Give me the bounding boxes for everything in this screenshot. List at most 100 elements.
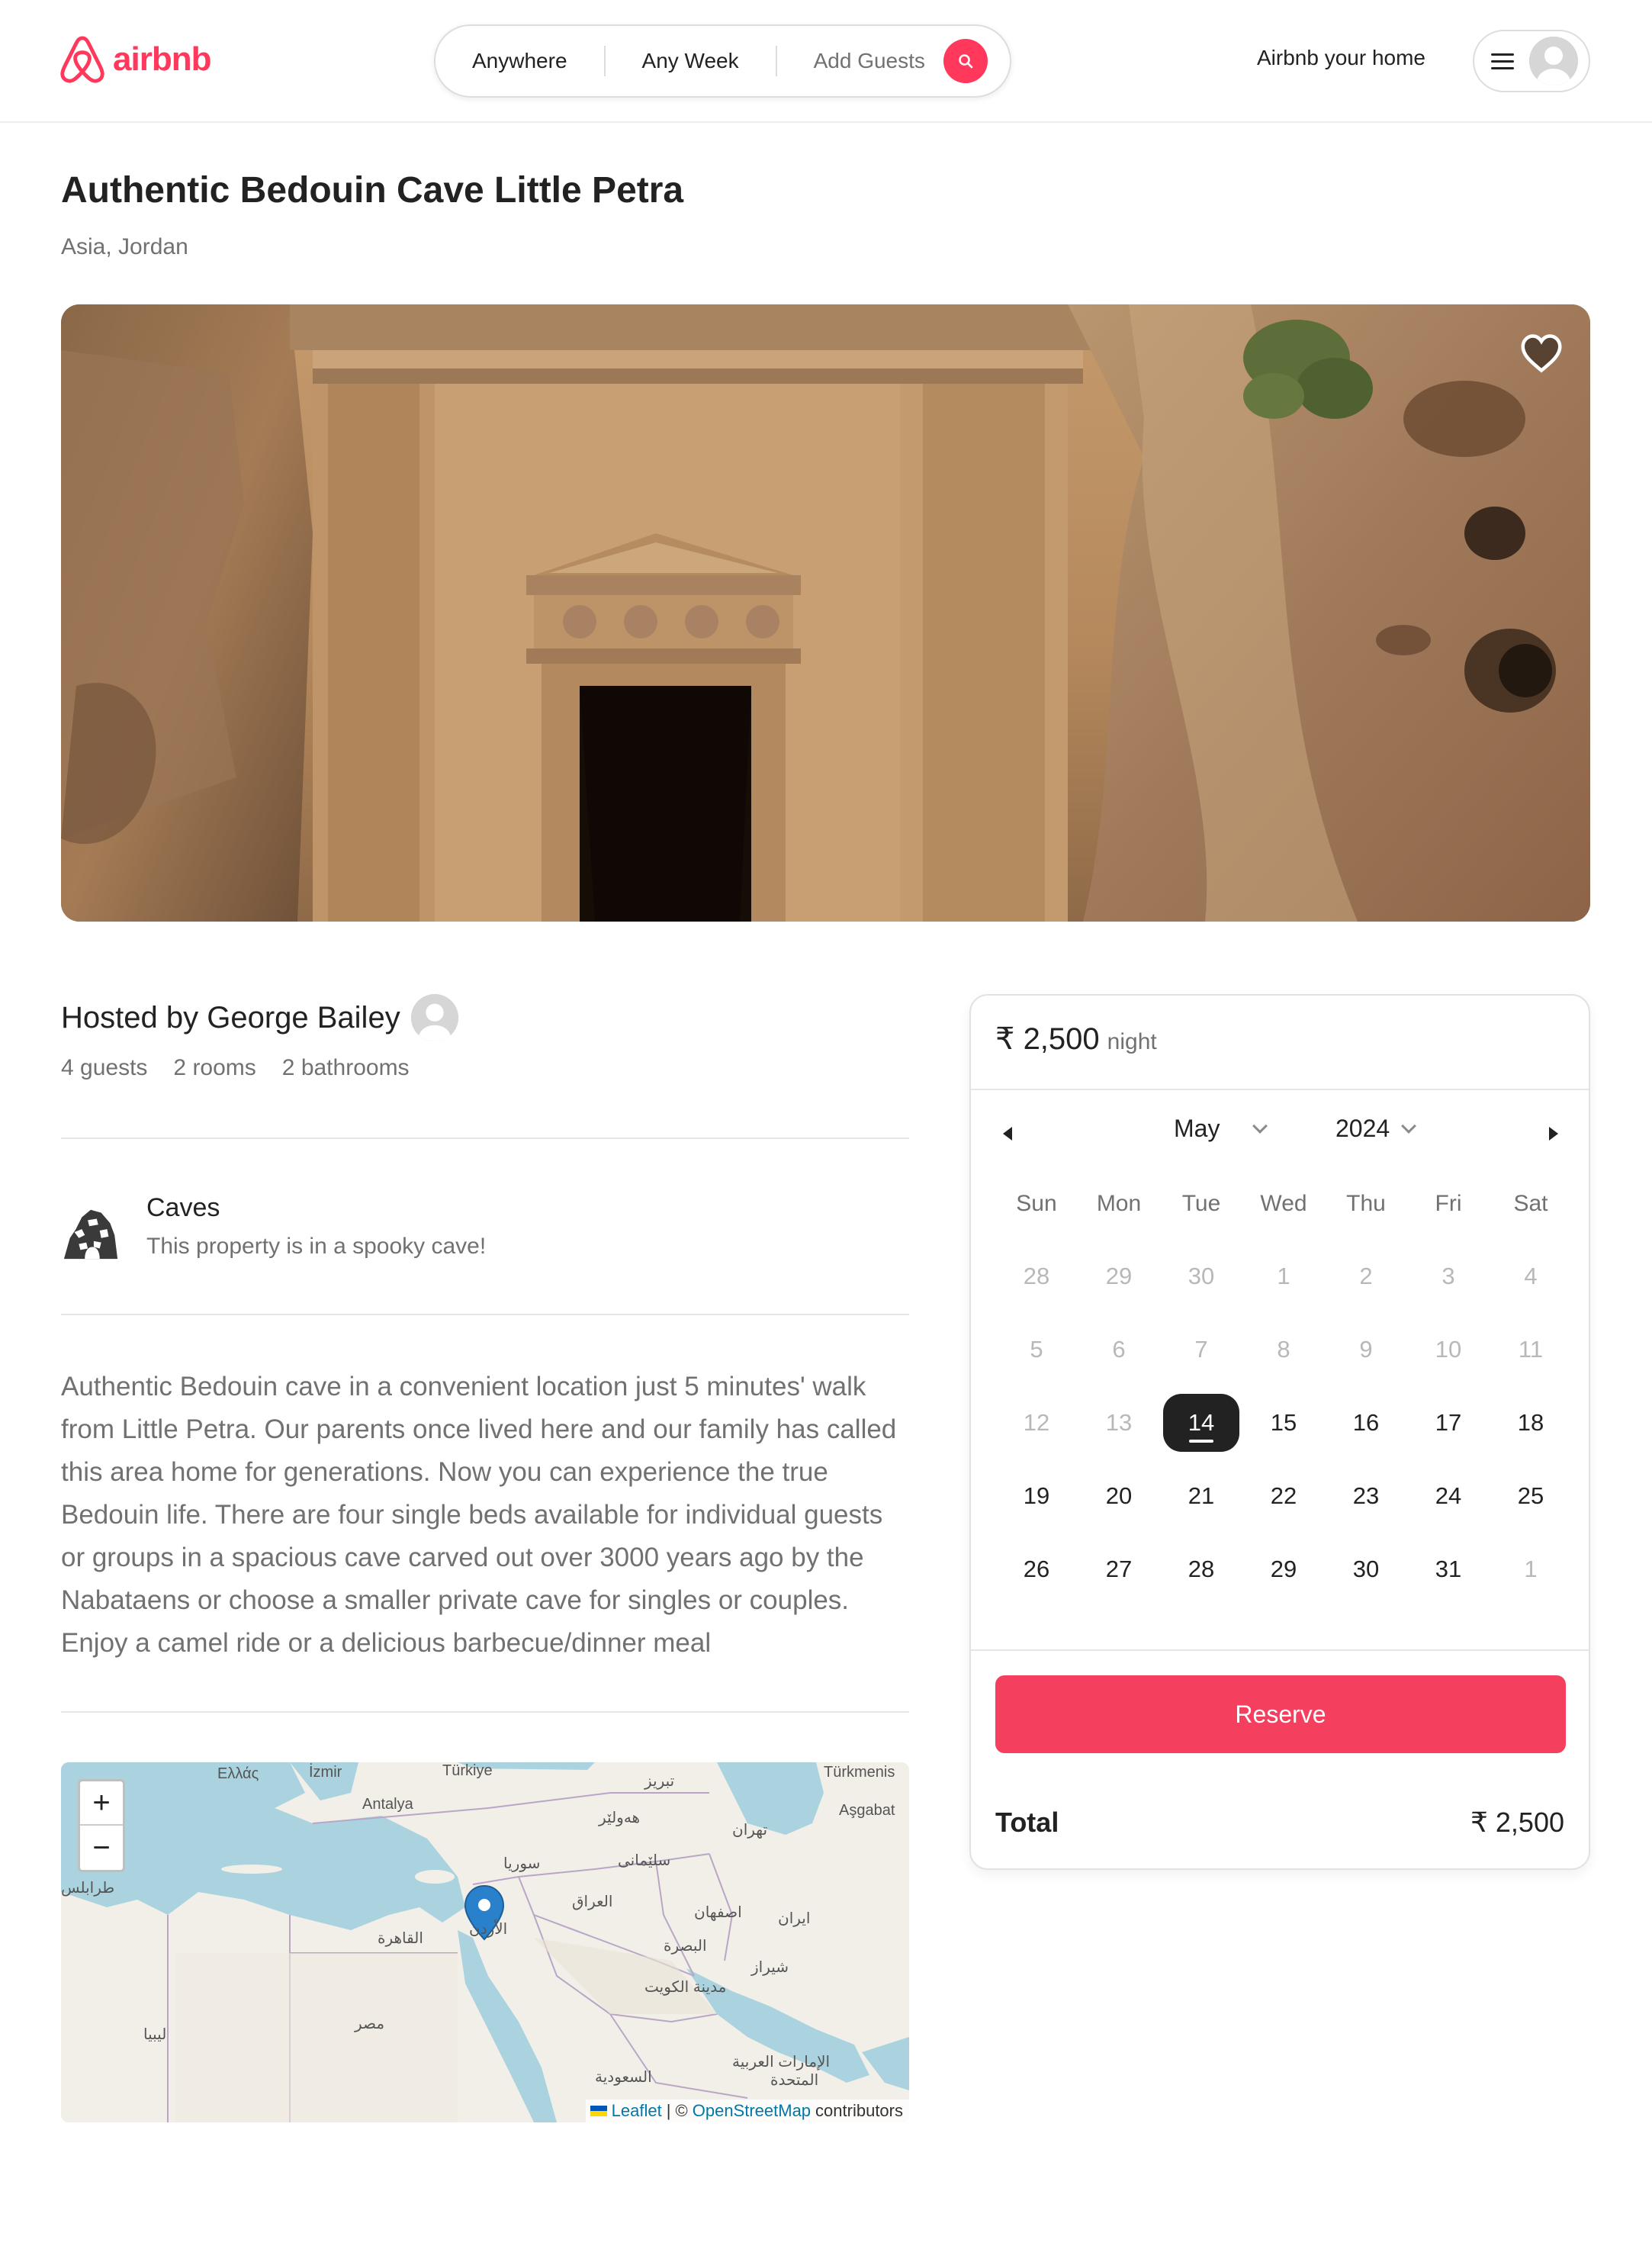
calendar-week: 12 13 14 15 16 17 18: [995, 1386, 1572, 1459]
osm-link[interactable]: OpenStreetMap: [693, 2101, 811, 2121]
calendar-day: 9: [1359, 1336, 1373, 1363]
map-label: İzmir: [309, 1764, 342, 1781]
calendar-day: 11: [1518, 1336, 1544, 1363]
booking-card: ₹ 2,500 night May 2024 Sun Mon Tue Wed T…: [969, 994, 1590, 1870]
calendar-day[interactable]: 31: [1407, 1533, 1490, 1606]
calendar-grid: Sun Mon Tue Wed Thu Fri Sat 28 29 30 1 2…: [995, 1191, 1572, 1606]
map-label: سلێمانی: [618, 1852, 671, 1869]
top-nav: airbnb Anywhere Any Week Add Guests Airb…: [0, 0, 1652, 123]
year-select[interactable]: 2024: [1335, 1115, 1417, 1143]
selected-day-label: 14: [1163, 1394, 1239, 1452]
ukraine-flag-icon: [590, 2106, 607, 2116]
calendar-day[interactable]: 29: [1242, 1533, 1325, 1606]
weekday-header: Sun Mon Tue Wed Thu Fri Sat: [995, 1191, 1572, 1240]
zoom-out-button[interactable]: −: [80, 1826, 123, 1870]
weekday-label: Wed: [1260, 1191, 1307, 1216]
calendar-day[interactable]: 23: [1325, 1459, 1407, 1533]
map-label: الإمارات العربية: [732, 2054, 831, 2071]
calendar-day[interactable]: 20: [1078, 1459, 1160, 1533]
attribution-contributors: contributors: [815, 2101, 903, 2120]
listing-stats: 4 guests 2 rooms 2 bathrooms: [61, 1055, 410, 1081]
calendar-day[interactable]: 17: [1407, 1386, 1490, 1459]
category-feature: Caves This property is in a spooky cave!: [61, 1192, 486, 1262]
calendar-day: 5: [1030, 1336, 1043, 1363]
month-select[interactable]: May: [1174, 1115, 1268, 1143]
calendar-day[interactable]: 18: [1490, 1386, 1572, 1459]
calendar-day[interactable]: 27: [1078, 1533, 1160, 1606]
calendar-day[interactable]: 16: [1325, 1386, 1407, 1459]
calendar-day[interactable]: 22: [1242, 1459, 1325, 1533]
attribution-separator: | ©: [666, 2101, 688, 2120]
prev-month-icon[interactable]: [1003, 1127, 1012, 1141]
host-avatar-icon: [410, 994, 458, 1041]
reserve-button[interactable]: Reserve: [995, 1675, 1566, 1753]
calendar-day[interactable]: 15: [1242, 1386, 1325, 1459]
calendar-day: 10: [1435, 1336, 1462, 1363]
calendar-day: 8: [1277, 1336, 1290, 1363]
calendar-week: 28 29 30 1 2 3 4: [995, 1240, 1572, 1313]
map-label: البصرة: [664, 1938, 707, 1955]
weekday-label: Thu: [1346, 1191, 1386, 1216]
calendar-day[interactable]: 21: [1160, 1459, 1242, 1533]
search-when[interactable]: Any Week: [606, 49, 776, 73]
map-label: اصفهان: [694, 1904, 742, 1921]
leaflet-link[interactable]: Leaflet: [612, 2101, 662, 2121]
section-divider: [61, 1137, 909, 1139]
map-label: هەولێر: [599, 1810, 641, 1826]
map-label: مدينة الكويت: [644, 1979, 727, 1996]
host-name: Hosted by George Bailey: [61, 1000, 400, 1035]
map-label: Antalya: [362, 1796, 413, 1813]
calendar-day[interactable]: 28: [1160, 1533, 1242, 1606]
search-icon: [959, 54, 973, 69]
calendar-day: 1: [1277, 1263, 1290, 1289]
calendar-day: 13: [1105, 1409, 1133, 1436]
weekday-label: Sun: [1016, 1191, 1057, 1216]
search-bar[interactable]: Anywhere Any Week Add Guests: [434, 24, 1011, 98]
calendar-day[interactable]: 25: [1490, 1459, 1572, 1533]
calendar-week: 26 27 28 29 30 31 1: [995, 1533, 1572, 1606]
calendar-day[interactable]: 24: [1407, 1459, 1490, 1533]
map-label: تهران: [732, 1822, 768, 1839]
map-label: Türkmenis: [824, 1764, 895, 1781]
calendar-navigation: May 2024: [971, 1109, 1589, 1162]
hamburger-icon: [1491, 53, 1514, 69]
calendar-day: 3: [1441, 1263, 1455, 1289]
calendar-day-selected[interactable]: 14: [1160, 1386, 1242, 1459]
calendar-day[interactable]: 26: [995, 1533, 1078, 1606]
section-divider: [61, 1314, 909, 1315]
calendar-day: 6: [1112, 1336, 1126, 1363]
month-value: May: [1174, 1115, 1220, 1142]
calendar-day: 2: [1359, 1263, 1373, 1289]
listing-description: Authentic Bedouin cave in a convenient l…: [61, 1372, 897, 1658]
weekday-label: Tue: [1181, 1191, 1221, 1216]
calendar-week: 5 6 7 8 9 10 11: [995, 1313, 1572, 1386]
user-menu-button[interactable]: [1473, 30, 1590, 92]
search-button[interactable]: [943, 39, 988, 83]
location-map[interactable]: Ελλάς İzmir Türkiye Türkmenis Aşgabat An…: [61, 1762, 909, 2122]
map-label: مصر: [355, 2016, 385, 2032]
chevron-down-icon: [1401, 1118, 1417, 1134]
weekday-label: Sat: [1513, 1191, 1548, 1216]
calendar-day: 12: [1023, 1409, 1050, 1436]
zoom-in-button[interactable]: +: [80, 1781, 123, 1826]
total-value: ₹ 2,500: [1470, 1807, 1564, 1838]
card-divider: [971, 1649, 1589, 1651]
cave-facade-image: [61, 304, 1590, 922]
map-label: ليبيا: [143, 2026, 167, 2043]
airbnb-logo[interactable]: airbnb: [59, 35, 211, 84]
map-label: تبريز: [644, 1773, 675, 1790]
caves-icon: [63, 1209, 118, 1260]
airbnb-your-home-link[interactable]: Airbnb your home: [1257, 46, 1425, 70]
heart-icon[interactable]: [1520, 333, 1563, 373]
calendar-day: 30: [1188, 1263, 1215, 1289]
map-label: المتحدة: [770, 2072, 819, 2089]
weekday-label: Mon: [1096, 1191, 1142, 1216]
map-label: السعودية: [595, 2069, 652, 2086]
search-where[interactable]: Anywhere: [435, 49, 604, 73]
calendar-day[interactable]: 19: [995, 1459, 1078, 1533]
map-label: طرابلس: [61, 1880, 115, 1897]
calendar-day[interactable]: 30: [1325, 1533, 1407, 1606]
search-guests[interactable]: Add Guests: [777, 49, 943, 73]
map-zoom-control: + −: [78, 1779, 125, 1872]
next-month-icon[interactable]: [1549, 1127, 1558, 1141]
